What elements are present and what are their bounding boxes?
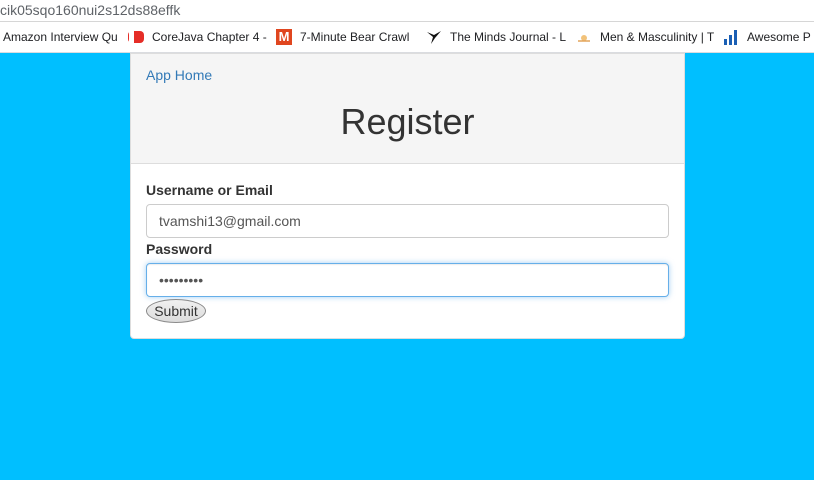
url-text: cik05sqo160nui2s12ds88effk <box>0 2 181 18</box>
bookmark-label: 7-Minute Bear Crawl <box>300 30 410 44</box>
app-home-link[interactable]: App Home <box>146 67 212 83</box>
bookmark-awesome[interactable]: Awesome P <box>723 22 814 52</box>
bookmark-bear-crawl[interactable]: M 7-Minute Bear Crawl <box>276 22 426 52</box>
bookmark-label: Men & Masculinity | T <box>600 30 715 44</box>
bookmark-label: CoreJava Chapter 4 - <box>152 30 267 44</box>
youtube-icon <box>128 29 144 45</box>
bird-icon <box>426 29 442 45</box>
password-label: Password <box>146 241 213 257</box>
register-form: Username or Email Password Submit <box>131 182 684 323</box>
password-field[interactable] <box>146 263 669 297</box>
bar-chart-icon <box>723 29 739 45</box>
register-panel: App Home Register Username or Email Pass… <box>130 53 685 339</box>
bookmark-label: Amazon Interview Qu <box>3 30 118 44</box>
bookmark-label: The Minds Journal - L <box>450 30 567 44</box>
m-logo-icon: M <box>276 29 292 45</box>
bookmarks-bar: Amazon Interview Qu CoreJava Chapter 4 -… <box>0 22 814 53</box>
bookmark-minds-journal[interactable]: The Minds Journal - L <box>426 22 576 52</box>
bookmark-amazon-interview[interactable]: Amazon Interview Qu <box>0 22 128 52</box>
address-bar[interactable]: cik05sqo160nui2s12ds88effk <box>0 0 814 22</box>
bookmark-label: Awesome P <box>747 30 811 44</box>
page-title: Register <box>340 101 475 142</box>
bookmark-men-masculinity[interactable]: Men & Masculinity | T <box>576 22 723 52</box>
sun-logo-icon <box>576 29 592 45</box>
username-field[interactable] <box>146 204 669 238</box>
bookmark-corejava[interactable]: CoreJava Chapter 4 - <box>128 22 276 52</box>
submit-button[interactable]: Submit <box>146 299 206 323</box>
panel-header: App Home Register <box>131 54 684 164</box>
username-label: Username or Email <box>146 182 273 198</box>
